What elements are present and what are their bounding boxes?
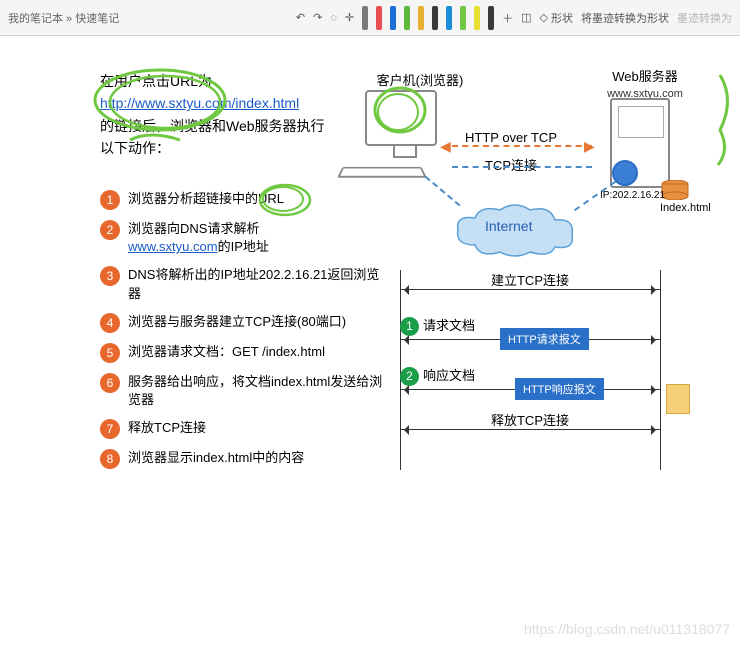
index-file-label: Index.html	[660, 202, 711, 214]
keyboard-icon	[337, 167, 427, 178]
pen-tool[interactable]	[460, 6, 466, 30]
monitor-icon	[365, 90, 437, 146]
pen-tool[interactable]	[474, 6, 480, 30]
seq-number: 2	[400, 367, 419, 386]
step-number: 1	[100, 190, 120, 210]
breadcrumb[interactable]: 我的笔记本 » 快速笔记	[8, 10, 119, 26]
shape-button[interactable]: ◇形状	[540, 10, 573, 26]
step-number: 7	[100, 419, 120, 439]
seq-release: 释放TCP连接	[400, 410, 660, 430]
eraser-icon[interactable]: ◫	[521, 11, 531, 24]
pen-tool[interactable]	[432, 6, 438, 30]
ip-label: IP:202.2.16.21	[600, 190, 665, 201]
breadcrumb-current[interactable]: 快速笔记	[75, 13, 119, 25]
pen-tool[interactable]	[418, 6, 424, 30]
arrow-left-icon: ◀	[440, 138, 451, 155]
lasso-icon[interactable]: ◌	[330, 12, 337, 24]
step-number: 2	[100, 220, 120, 240]
ink-to-shape-button[interactable]: 将墨迹转换为形状	[581, 10, 669, 26]
http-over-tcp-label: HTTP over TCP	[465, 130, 557, 145]
network-diagram: 客户机(浏览器) Web服务器 www.sxtyu.com IP:202.2.1…	[340, 60, 720, 480]
undo-icon[interactable]: ↶	[296, 11, 305, 24]
internet-label: Internet	[485, 218, 532, 234]
document-icon	[666, 384, 690, 414]
domain-link[interactable]: www.sxtyu.com	[128, 239, 218, 254]
seq-request: 1请求文档 HTTP请求报文	[400, 315, 660, 340]
intro-text: 在用户点击URL为 http://www.sxtyu.com/index.htm…	[100, 70, 380, 160]
pen-tool[interactable]	[362, 6, 368, 30]
client-label: 客户机(浏览器)	[370, 70, 470, 89]
toolbar-icons: ↶ ↷ ◌ ✛ ＋ ◫ ◇形状 将墨迹转换为形状 墨迹转换为	[296, 6, 732, 30]
server-label: Web服务器 www.sxtyu.com	[590, 66, 700, 100]
add-pen-icon[interactable]: ＋	[502, 10, 513, 26]
step-number: 4	[100, 313, 120, 333]
seq-establish: 建立TCP连接	[400, 270, 660, 290]
pen-tool[interactable]	[446, 6, 452, 30]
seq-response: 2响应文档 HTTP响应报文	[400, 365, 660, 390]
step-number: 5	[100, 343, 120, 363]
arrow-right-icon: ▶	[584, 138, 595, 155]
http-response-msg: HTTP响应报文	[515, 378, 604, 400]
breadcrumb-root[interactable]: 我的笔记本	[8, 13, 63, 25]
url-link[interactable]: http://www.sxtyu.com/index.html	[100, 95, 299, 111]
pen-tool[interactable]	[404, 6, 410, 30]
ink-convert-button[interactable]: 墨迹转换为	[677, 10, 732, 26]
pen-tool[interactable]	[376, 6, 382, 30]
tcp-connection-label: TCP连接	[485, 155, 537, 174]
app-toolbar: 我的笔记本 » 快速笔记 ↶ ↷ ◌ ✛ ＋ ◫ ◇形状 将墨迹转换为形状 墨迹…	[0, 0, 740, 36]
watermark: https://blog.csdn.net/u011318077	[524, 621, 730, 637]
http-request-msg: HTTP请求报文	[500, 328, 589, 350]
pen-tool[interactable]	[390, 6, 396, 30]
seq-number: 1	[400, 317, 419, 336]
redo-icon[interactable]: ↷	[313, 11, 322, 24]
pen-tool[interactable]	[488, 6, 494, 30]
step-number: 3	[100, 266, 120, 286]
step-number: 8	[100, 449, 120, 469]
crosshair-icon[interactable]: ✛	[345, 11, 354, 24]
step-number: 6	[100, 373, 120, 393]
